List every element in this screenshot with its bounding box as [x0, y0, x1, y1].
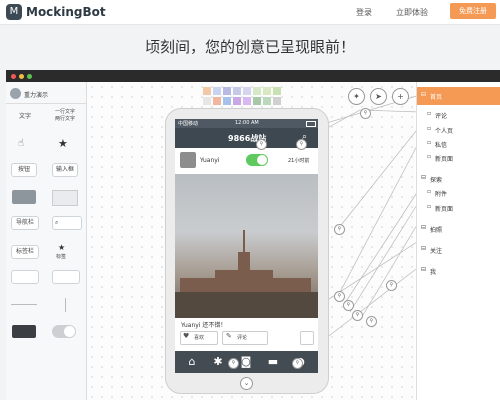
- post-username[interactable]: Yuanyi: [200, 157, 219, 164]
- like-label: 喜欢: [194, 335, 205, 341]
- link-pin-icon[interactable]: ⚲: [292, 358, 303, 369]
- comment-icon: ✎: [226, 332, 232, 340]
- home-icon[interactable]: ⌂: [178, 355, 206, 368]
- page-item[interactable]: ▫ 个人页: [417, 123, 500, 136]
- page-icon: ▫: [427, 153, 432, 160]
- link-pin-icon[interactable]: ⚲: [334, 291, 345, 302]
- page-icon: ▫: [427, 188, 432, 195]
- page-item[interactable]: ▫ 私信: [417, 137, 500, 150]
- link-pin-icon[interactable]: ⚲: [256, 139, 267, 150]
- page-item[interactable]: ⊟ 我: [417, 262, 500, 279]
- page-item[interactable]: ⊟ 首页: [417, 87, 500, 105]
- link-pin-icon[interactable]: ⚲: [386, 280, 397, 291]
- link-line: [349, 199, 421, 313]
- folder-toggle-icon: ⊟: [421, 245, 427, 252]
- link-pin-icon[interactable]: ⚲: [334, 224, 345, 235]
- post-caption: Yuanyi 还不错！: [181, 322, 227, 329]
- page-item[interactable]: ⊟ 拍照: [417, 220, 500, 237]
- page-label: 首页: [430, 94, 443, 101]
- link-pin-icon[interactable]: ⚲: [296, 139, 307, 150]
- paper-plane-icon[interactable]: ➤: [370, 88, 387, 105]
- link-line: [337, 125, 421, 230]
- page-label: 评论: [435, 113, 448, 120]
- page-label: 附件: [435, 191, 448, 198]
- page-icon: ▫: [427, 125, 432, 132]
- page-label: 私信: [435, 142, 448, 149]
- comment-label: 评论: [237, 335, 248, 341]
- page-item[interactable]: ▫ 附件: [417, 186, 500, 199]
- toggle-knob: [257, 155, 267, 165]
- page-label: 拍照: [430, 227, 443, 234]
- post-time: 21小时前: [288, 158, 310, 164]
- page-item[interactable]: ⊟ 关注: [417, 241, 500, 258]
- heart-icon: ♥: [183, 332, 190, 340]
- page-label: 关注: [430, 248, 443, 255]
- page-item[interactable]: ▫ 新页面: [417, 151, 500, 164]
- chat-icon[interactable]: ▬: [259, 355, 287, 368]
- page-icon: ▫: [427, 110, 432, 117]
- building-silhouette: [175, 230, 318, 318]
- link-pin-icon[interactable]: ⚲: [366, 316, 377, 327]
- avatar[interactable]: [180, 152, 196, 168]
- folder-toggle-icon: ⊟: [421, 91, 427, 98]
- folder-toggle-icon: ⊟: [421, 174, 427, 181]
- page-label: 个人页: [435, 128, 454, 135]
- status-time: 12:00 AM: [235, 120, 259, 126]
- link-pin-icon[interactable]: ⚲: [343, 300, 354, 311]
- more-button[interactable]: [300, 331, 314, 345]
- status-carrier: 中国移动: [178, 121, 199, 127]
- battery-icon: [306, 121, 316, 127]
- folder-toggle-icon: ⊟: [421, 266, 427, 273]
- page-label: 新页面: [435, 206, 454, 213]
- link-pin-icon[interactable]: ⚲: [360, 108, 371, 119]
- page-item[interactable]: ⊟ 探索: [417, 170, 500, 187]
- link-pin-icon[interactable]: ⚲: [352, 310, 363, 321]
- page-label: 探索: [430, 177, 443, 184]
- link-pin-icon[interactable]: ⚲: [228, 358, 239, 369]
- lightbulb-icon[interactable]: ✦: [348, 88, 365, 105]
- folder-toggle-icon: ⊟: [421, 224, 427, 231]
- page-icon: ▫: [427, 203, 432, 210]
- page-item[interactable]: ▫ 新页面: [417, 201, 500, 214]
- page-label: 我: [430, 269, 437, 276]
- plus-icon[interactable]: +: [392, 88, 409, 105]
- page-item[interactable]: ▫ 评论: [417, 108, 500, 121]
- page-label: 新页面: [435, 156, 454, 163]
- link-line: [337, 139, 421, 297]
- link-line: [344, 187, 421, 304]
- page-icon: ▫: [427, 139, 432, 146]
- scroll-down-icon[interactable]: ⌄: [240, 377, 253, 390]
